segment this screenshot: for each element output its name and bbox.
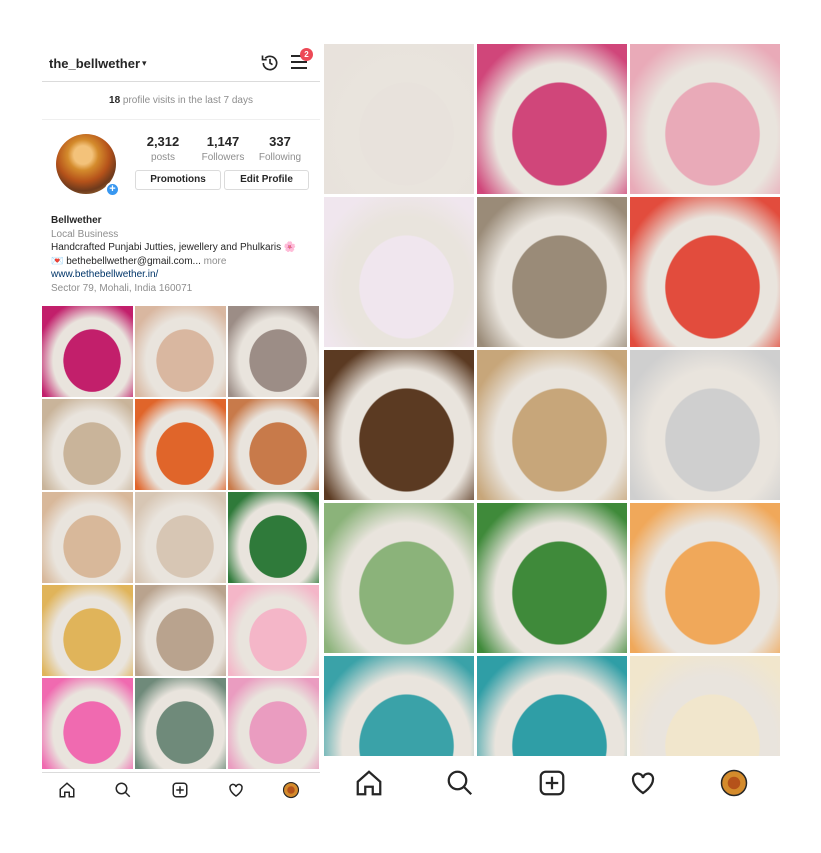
- post-thumbnail[interactable]: [630, 197, 780, 347]
- edit-profile-button[interactable]: Edit Profile: [224, 170, 309, 190]
- posts-label: posts: [151, 152, 175, 163]
- bottom-nav-large: [324, 756, 780, 810]
- visits-text: profile visits in the last 7 days: [120, 95, 253, 106]
- post-thumbnail[interactable]: [42, 306, 133, 397]
- post-thumbnail[interactable]: [324, 503, 474, 653]
- followers-label: Followers: [201, 152, 245, 163]
- add-post-icon[interactable]: [171, 781, 189, 799]
- post-thumbnail[interactable]: [324, 197, 474, 347]
- post-thumbnail[interactable]: [42, 678, 133, 769]
- post-thumbnail[interactable]: [135, 492, 226, 583]
- post-thumbnail[interactable]: [477, 44, 627, 194]
- post-thumbnail[interactable]: [135, 399, 226, 490]
- username[interactable]: the_bellwether: [49, 56, 140, 71]
- post-thumbnail[interactable]: [630, 44, 780, 194]
- add-post-icon[interactable]: [537, 768, 567, 798]
- grid-screen: [324, 44, 780, 810]
- notification-badge: 2: [300, 48, 313, 61]
- post-thumbnail[interactable]: [228, 399, 319, 490]
- followers-count: 1,147: [206, 134, 240, 149]
- post-thumbnail[interactable]: [477, 503, 627, 653]
- following-label: Following: [258, 152, 302, 163]
- home-icon[interactable]: [354, 768, 384, 798]
- post-thumbnail[interactable]: [630, 503, 780, 653]
- visits-count: 18: [109, 95, 121, 106]
- add-story-icon[interactable]: +: [105, 182, 120, 197]
- bio-more-link[interactable]: more: [201, 256, 227, 267]
- bio-email-line: 💌 bethebellwether@gmail.com... more: [51, 255, 316, 269]
- profile-post-grid: [42, 306, 320, 769]
- post-thumbnail[interactable]: [135, 678, 226, 769]
- post-thumbnail[interactable]: [228, 585, 319, 676]
- bottom-nav: [42, 772, 320, 806]
- bio-line: Handcrafted Punjabi Jutties, jewellery a…: [51, 242, 297, 253]
- post-thumbnail[interactable]: [228, 678, 319, 769]
- heart-icon[interactable]: [628, 768, 658, 798]
- post-thumbnail[interactable]: [135, 306, 226, 397]
- post-thumbnail[interactable]: [477, 197, 627, 347]
- bio-email: 💌 bethebellwether@gmail.com...: [51, 255, 201, 267]
- stat-following[interactable]: 337 Following: [250, 134, 310, 163]
- search-icon[interactable]: [114, 781, 132, 799]
- bio-category: Local Business: [51, 228, 119, 240]
- heart-icon[interactable]: [227, 781, 245, 799]
- stat-followers[interactable]: 1,147 Followers: [193, 134, 253, 163]
- profile-avatar-icon[interactable]: [719, 768, 749, 798]
- following-count: 337: [269, 134, 291, 149]
- activity-history-icon[interactable]: [260, 53, 280, 73]
- profile-bio: Bellwether Local Business Handcrafted Pu…: [51, 214, 316, 295]
- promotions-button[interactable]: Promotions: [135, 170, 221, 190]
- bio-website-link[interactable]: www.bethebellwether.in/: [51, 268, 316, 282]
- post-thumbnail[interactable]: [42, 399, 133, 490]
- account-switch-caret-icon[interactable]: ▾: [142, 58, 147, 69]
- post-thumbnail[interactable]: [324, 44, 474, 194]
- post-thumbnail[interactable]: [324, 350, 474, 500]
- home-icon[interactable]: [58, 781, 76, 799]
- profile-avatar-icon[interactable]: [282, 781, 300, 799]
- post-thumbnail[interactable]: [135, 585, 226, 676]
- profile-header: the_bellwether ▾ 2: [42, 44, 320, 82]
- zoomed-post-grid: [324, 44, 780, 806]
- stat-posts[interactable]: 2,312 posts: [133, 134, 193, 163]
- bio-name: Bellwether: [51, 215, 102, 226]
- profile-screen: the_bellwether ▾ 2 18 profile visits in …: [42, 44, 320, 806]
- posts-count: 2,312: [146, 134, 180, 149]
- post-thumbnail[interactable]: [42, 585, 133, 676]
- search-icon[interactable]: [445, 768, 475, 798]
- profile-visits-banner[interactable]: 18 profile visits in the last 7 days: [42, 82, 320, 120]
- post-thumbnail[interactable]: [630, 350, 780, 500]
- bio-address[interactable]: Sector 79, Mohali, India 160071: [51, 282, 316, 296]
- post-thumbnail[interactable]: [42, 492, 133, 583]
- post-thumbnail[interactable]: [228, 492, 319, 583]
- post-thumbnail[interactable]: [477, 350, 627, 500]
- post-thumbnail[interactable]: [228, 306, 319, 397]
